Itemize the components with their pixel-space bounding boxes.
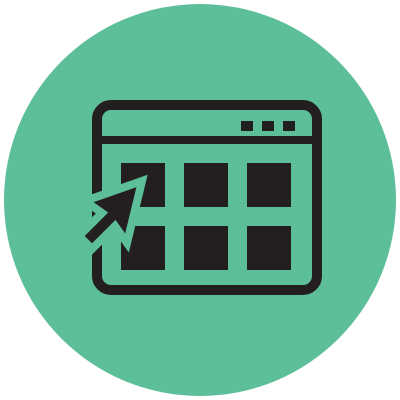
app-window-grid-icon [4, 4, 396, 396]
window-dot-icon [262, 121, 274, 131]
grid-tile [184, 163, 228, 207]
window-dot-icon [283, 121, 295, 131]
grid-tile [247, 226, 291, 270]
window-dot-icon [241, 121, 253, 131]
grid-tile [247, 163, 291, 207]
icon-canvas [0, 0, 400, 400]
grid-tile [184, 226, 228, 270]
